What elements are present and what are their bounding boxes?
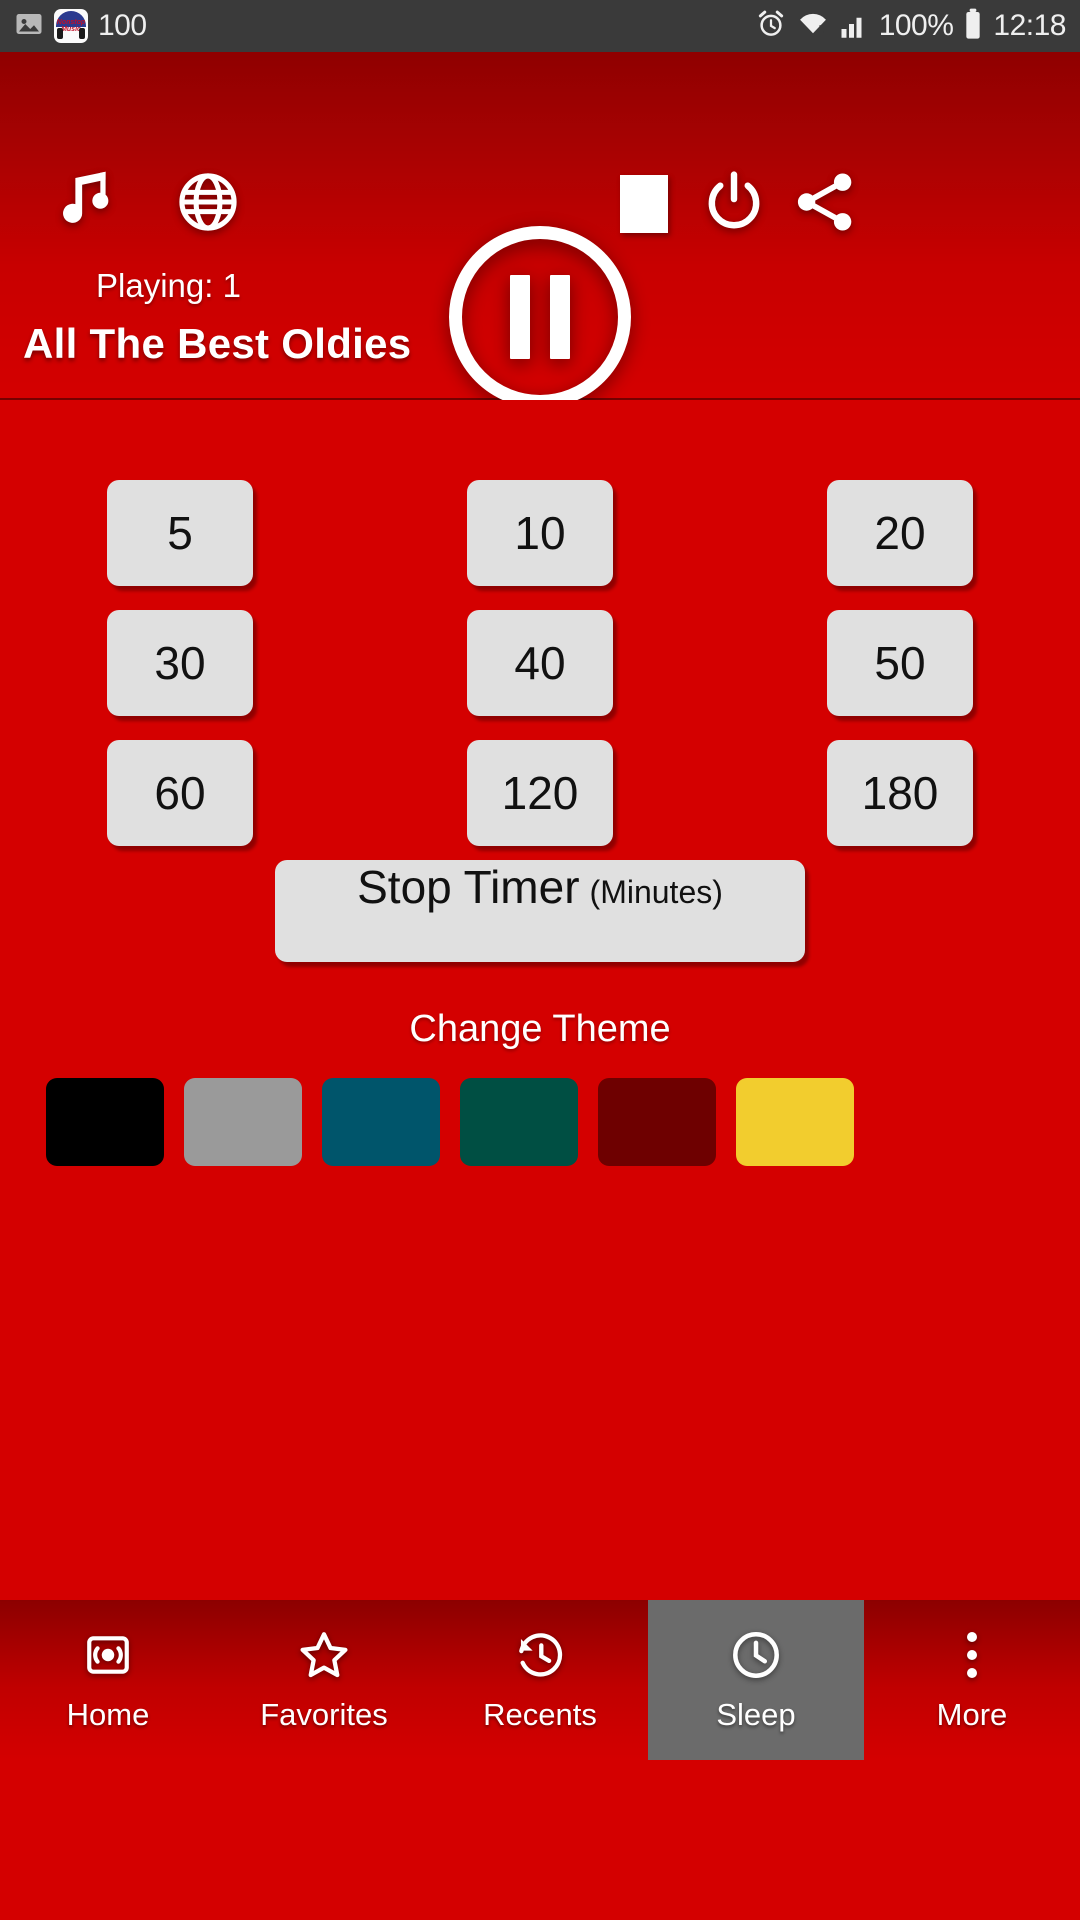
- battery-percent: 100%: [878, 9, 954, 42]
- stop-timer-label: Stop Timer: [357, 861, 580, 913]
- nav-item-recents[interactable]: Recents: [432, 1600, 648, 1760]
- signal-icon: [840, 9, 868, 44]
- nav-label-home: Home: [66, 1697, 150, 1732]
- stop-icon: [620, 175, 668, 233]
- clock-icon: [729, 1627, 783, 1683]
- pause-icon-bar-right: [550, 275, 570, 359]
- globe-icon: [174, 168, 242, 241]
- wifi-icon: [797, 9, 829, 44]
- timer-option-button[interactable]: 60: [107, 740, 253, 846]
- theme-swatch-blue[interactable]: [322, 1078, 440, 1166]
- share-button[interactable]: [782, 162, 866, 246]
- more-vert-icon: [967, 1627, 977, 1683]
- nav-label-favorites: Favorites: [260, 1697, 388, 1732]
- theme-swatch-maroon[interactable]: [598, 1078, 716, 1166]
- history-clock-icon: [514, 1627, 566, 1683]
- timer-option-button[interactable]: 30: [107, 610, 253, 716]
- player-header: Playing: 1 All The Best Oldies: [0, 52, 1080, 408]
- player-controls-row: [0, 160, 1080, 408]
- nav-label-recents: Recents: [483, 1697, 597, 1732]
- nav-item-more[interactable]: More: [864, 1600, 1080, 1760]
- stop-timer-unit-label: (Minutes): [589, 874, 723, 910]
- bottom-navigation-bar: Home Favorites Recents Sleep More: [0, 1600, 1080, 1760]
- nav-item-favorites[interactable]: Favorites: [216, 1600, 432, 1760]
- app-icon-headphone-right: [79, 28, 85, 39]
- sleep-timer-options-grid: 5 10 20 30 40 50 60 120 180: [0, 480, 1080, 846]
- nav-label-sleep: Sleep: [716, 1697, 796, 1732]
- power-button[interactable]: [692, 162, 776, 246]
- pause-icon-bar-left: [510, 275, 530, 359]
- playing-status-label: Playing: 1: [96, 267, 241, 304]
- stop-button[interactable]: [602, 162, 686, 246]
- nav-item-sleep[interactable]: Sleep: [648, 1600, 864, 1760]
- sleep-timer-screen: 5 10 20 30 40 50 60 120 180 Stop Timer (…: [0, 400, 1080, 1760]
- status-bar-clock: 12:18: [993, 9, 1066, 42]
- browse-stations-button[interactable]: [166, 162, 250, 246]
- change-theme-label: Change Theme: [409, 1008, 671, 1050]
- station-title: All The Best Oldies: [23, 320, 412, 367]
- app-icon-headphone-left: [57, 28, 63, 39]
- notification-count: 100: [98, 9, 147, 42]
- timer-option-button[interactable]: 5: [107, 480, 253, 586]
- nonstop-music-app-icon: Nonstop Music: [54, 9, 88, 43]
- alarm-icon: [756, 9, 786, 44]
- image-icon: [14, 9, 44, 44]
- theme-swatch-gray[interactable]: [184, 1078, 302, 1166]
- stop-timer-button[interactable]: Stop Timer (Minutes): [275, 860, 805, 962]
- timer-option-button[interactable]: 20: [827, 480, 973, 586]
- theme-swatch-green[interactable]: [460, 1078, 578, 1166]
- play-pause-button[interactable]: [449, 226, 631, 408]
- music-note-icon: [47, 165, 121, 244]
- theme-swatch-black[interactable]: [46, 1078, 164, 1166]
- timer-option-button[interactable]: 180: [827, 740, 973, 846]
- theme-swatch-row: [46, 1078, 1034, 1166]
- share-icon: [788, 166, 860, 243]
- nav-label-more: More: [936, 1697, 1008, 1732]
- power-icon: [699, 167, 769, 242]
- status-bar-right: 100% 12:18: [756, 8, 1066, 45]
- app-icon-label-line2: Music: [61, 26, 81, 33]
- radio-icon: [83, 1627, 133, 1683]
- status-bar-left: Nonstop Music 100: [14, 9, 147, 44]
- timer-option-button[interactable]: 10: [467, 480, 613, 586]
- nav-item-home[interactable]: Home: [0, 1600, 216, 1760]
- status-bar: Nonstop Music 100 100% 12:18: [0, 0, 1080, 52]
- theme-swatch-yellow[interactable]: [736, 1078, 854, 1166]
- timer-option-button[interactable]: 120: [467, 740, 613, 846]
- star-icon: [297, 1627, 351, 1683]
- timer-option-button[interactable]: 40: [467, 610, 613, 716]
- timer-option-button[interactable]: 50: [827, 610, 973, 716]
- app-icon-label-line1: Nonstop: [56, 19, 86, 26]
- music-library-button[interactable]: [42, 162, 126, 246]
- battery-icon: [964, 8, 982, 45]
